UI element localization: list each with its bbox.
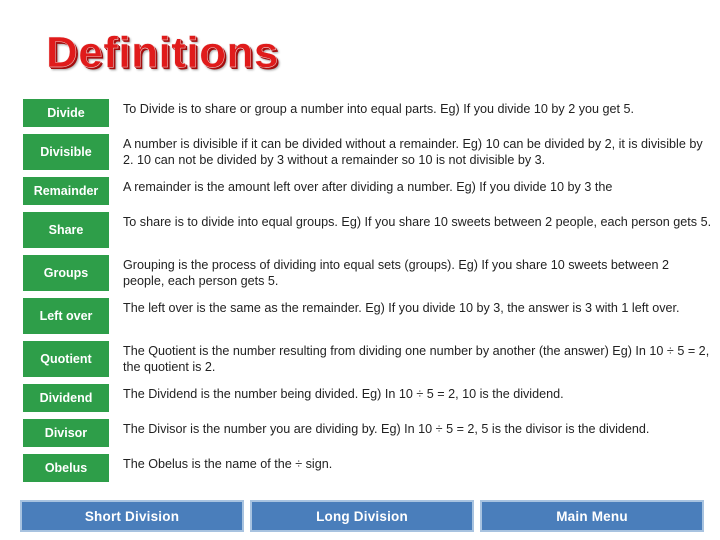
list-item: Left over The left over is the same as t… — [22, 297, 712, 335]
list-item: Dividend The Dividend is the number bein… — [22, 383, 712, 413]
definition-text: To share is to divide into equal groups.… — [123, 215, 712, 229]
list-item: Divisor The Divisor is the number you ar… — [22, 418, 712, 448]
term-share: Share — [22, 211, 110, 249]
definition-text: The Dividend is the number being divided… — [123, 387, 564, 401]
term-obelus: Obelus — [22, 453, 110, 483]
list-item: Divide To Divide is to share or group a … — [22, 98, 712, 128]
term-divisor: Divisor — [22, 418, 110, 448]
definitions-list: Divide To Divide is to share or group a … — [22, 98, 712, 488]
definition-text: A remainder is the amount left over afte… — [123, 180, 613, 194]
footer-navigation: Short Division Long Division Main Menu — [0, 498, 720, 540]
list-item: Share To share is to divide into equal g… — [22, 211, 712, 249]
term-remainder: Remainder — [22, 176, 110, 206]
list-item: Obelus The Obelus is the name of the ÷ s… — [22, 453, 712, 483]
list-item: Quotient The Quotient is the number resu… — [22, 340, 712, 378]
definition-text: The Obelus is the name of the ÷ sign. — [123, 457, 333, 471]
list-item: Groups Grouping is the process of dividi… — [22, 254, 712, 292]
definition-text: The left over is the same as the remaind… — [123, 301, 680, 315]
term-quotient: Quotient — [22, 340, 110, 378]
main-menu-button[interactable]: Main Menu — [480, 500, 704, 532]
slide: Definitions Divide To Divide is to share… — [0, 0, 720, 540]
term-divide: Divide — [22, 98, 110, 128]
definition-text: The Quotient is the number resulting fro… — [123, 344, 710, 374]
definition-text: Grouping is the process of dividing into… — [123, 258, 670, 288]
list-item: Divisible A number is divisible if it ca… — [22, 133, 712, 171]
definition-text: A number is divisible if it can be divid… — [123, 137, 703, 167]
term-divisible: Divisible — [22, 133, 110, 171]
long-division-button[interactable]: Long Division — [250, 500, 474, 532]
short-division-button[interactable]: Short Division — [20, 500, 244, 532]
page-title: Definitions — [46, 28, 279, 77]
definition-text: The Divisor is the number you are dividi… — [123, 422, 650, 436]
definition-text: To Divide is to share or group a number … — [123, 102, 635, 116]
term-dividend: Dividend — [22, 383, 110, 413]
term-groups: Groups — [22, 254, 110, 292]
list-item: Remainder A remainder is the amount left… — [22, 176, 712, 206]
term-left-over: Left over — [22, 297, 110, 335]
